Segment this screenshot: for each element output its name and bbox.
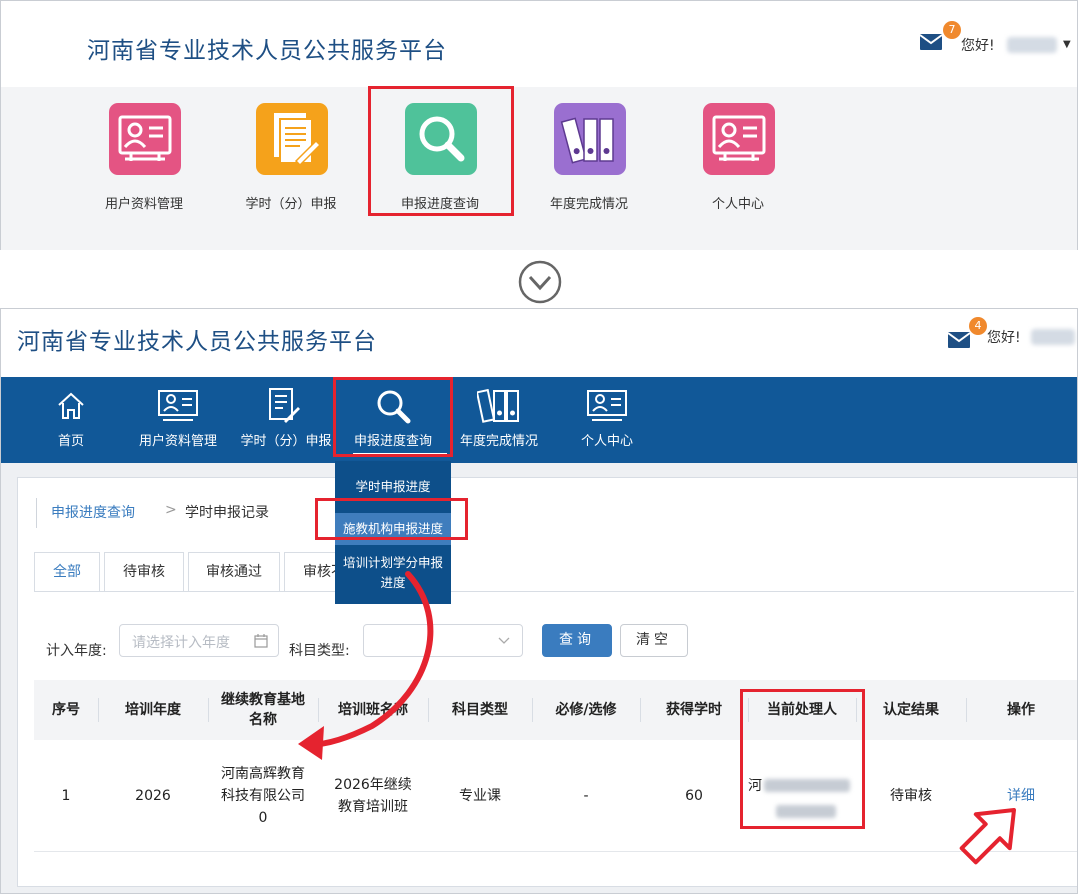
tile-hours-report[interactable]: 学时（分）申报 bbox=[236, 103, 346, 213]
highlight-box-nav bbox=[333, 377, 453, 457]
main-nav-bar: 首页 用户资料管理 学时（分）申报 申报进度查询 年度完成情况 个人中心 bbox=[1, 377, 1077, 463]
mail-count-badge: 7 bbox=[943, 21, 961, 39]
col-required: 必修/选修 bbox=[555, 702, 617, 718]
user-card-icon bbox=[158, 390, 198, 421]
top-screenshot-panel: 河南省专业技术人员公共服务平台 7 您好! ▼ 用户资料管理 学时（分）申报 申… bbox=[0, 0, 1078, 250]
mail-icon bbox=[919, 34, 943, 50]
tile-label: 学时（分）申报 bbox=[245, 197, 337, 212]
cell-class-name-line2: 教育培训班 bbox=[338, 799, 408, 815]
year-placeholder: 请选择计入年度 bbox=[132, 635, 230, 651]
caret-down-icon[interactable]: ▼ bbox=[1063, 39, 1071, 50]
bottom-header: 河南省专业技术人员公共服务平台 4 您好! bbox=[1, 309, 1077, 377]
col-base-name-line2: 名称 bbox=[249, 712, 277, 728]
chevron-down-icon bbox=[498, 637, 510, 644]
nav-annual-completion[interactable]: 年度完成情况 bbox=[457, 377, 541, 463]
feature-tiles: 用户资料管理 学时（分）申报 申报进度查询 年度完成情况 个人中心 bbox=[1, 87, 1077, 250]
detail-link[interactable]: 详细 bbox=[966, 740, 1076, 852]
cell-subject-type: 专业课 bbox=[459, 788, 501, 804]
col-year: 培训年度 bbox=[125, 702, 181, 718]
cell-class-name-line1: 2026年继续 bbox=[334, 777, 412, 793]
col-result: 认定结果 bbox=[883, 702, 939, 718]
breadcrumb: 申报进度查询 > 学时申报记录 bbox=[36, 498, 1076, 528]
cell-result: 待审核 bbox=[890, 788, 932, 804]
nav-label: 个人中心 bbox=[580, 434, 633, 449]
dropdown-item-line1: 培训计划学分申报 bbox=[342, 555, 443, 570]
cell-required: - bbox=[583, 788, 589, 804]
cell-seq: 1 bbox=[61, 788, 71, 804]
nav-hours-report[interactable]: 学时（分）申报 bbox=[238, 377, 334, 463]
cell-class-name: 2026年继续 教育培训班 bbox=[318, 740, 428, 852]
site-title: 河南省专业技术人员公共服务平台 bbox=[17, 329, 377, 355]
user-card-icon bbox=[587, 390, 627, 421]
greeting-text: 您好! bbox=[987, 330, 1021, 346]
col-base-name: 继续教育基地 名称 bbox=[208, 680, 318, 740]
cell-base-name-line3: 0 bbox=[258, 810, 268, 826]
table-header: 序号 培训年度 继续教育基地 名称 培训班名称 科目类型 必修/选修 获得学时 … bbox=[34, 680, 1077, 740]
cell-base-name: 河南高辉教育 科技有限公司 0 bbox=[208, 740, 318, 852]
greeting-text: 您好! bbox=[961, 38, 995, 54]
nav-label: 年度完成情况 bbox=[459, 434, 538, 449]
cell-year: 2026 bbox=[135, 788, 171, 804]
tile-annual-completion[interactable]: 年度完成情况 bbox=[534, 103, 644, 213]
nav-personal-center[interactable]: 个人中心 bbox=[571, 377, 643, 463]
tab-divider bbox=[34, 591, 1074, 592]
tab-pending[interactable]: 待审核 bbox=[104, 552, 184, 592]
col-seq: 序号 bbox=[52, 702, 80, 718]
bottom-screenshot-panel: 河南省专业技术人员公共服务平台 4 您好! 首页 用户资料管理 学时（分）申报 … bbox=[0, 308, 1078, 894]
user-card-icon bbox=[703, 103, 775, 175]
nav-label: 首页 bbox=[57, 434, 84, 449]
document-pen-icon bbox=[256, 103, 328, 175]
user-card-icon bbox=[109, 103, 181, 175]
blurred-username bbox=[1007, 37, 1057, 53]
breadcrumb-separator: > bbox=[165, 502, 177, 518]
content-card: 申报进度查询 > 学时申报记录 全部 待审核 审核通过 审核不 计入年度: 请选… bbox=[17, 477, 1077, 887]
col-hours: 获得学时 bbox=[666, 702, 722, 718]
year-input[interactable]: 请选择计入年度 bbox=[119, 624, 279, 657]
col-subject-type: 科目类型 bbox=[452, 702, 508, 718]
query-button[interactable]: 查询 bbox=[542, 624, 612, 657]
nav-home[interactable]: 首页 bbox=[45, 377, 97, 463]
subject-type-select[interactable] bbox=[363, 624, 523, 657]
binders-icon bbox=[554, 103, 626, 175]
chevron-down-circle-icon bbox=[518, 260, 562, 304]
site-title: 河南省专业技术人员公共服务平台 bbox=[87, 38, 447, 64]
highlight-box-handler-column bbox=[740, 689, 865, 829]
clear-button[interactable]: 清空 bbox=[620, 624, 688, 657]
binders-icon bbox=[477, 389, 519, 423]
cell-hours: 60 bbox=[685, 788, 703, 804]
cell-base-name-line1: 河南高辉教育 bbox=[221, 766, 305, 782]
home-icon bbox=[58, 392, 84, 419]
dropdown-item-plan-credit-progress[interactable]: 培训计划学分申报 进度 bbox=[335, 553, 451, 595]
document-pen-icon bbox=[269, 388, 300, 423]
col-base-name-line1: 继续教育基地 bbox=[221, 692, 305, 708]
table-row: 1 2026 河南高辉教育 科技有限公司 0 2026年继续 教育培训班 专业课… bbox=[34, 740, 1077, 852]
breadcrumb-current: 学时申报记录 bbox=[185, 505, 269, 521]
nav-label: 学时（分）申报 bbox=[240, 434, 332, 449]
tile-label: 用户资料管理 bbox=[104, 197, 183, 212]
top-header: 河南省专业技术人员公共服务平台 7 您好! ▼ bbox=[1, 1, 1077, 87]
subject-type-label: 科目类型: bbox=[289, 643, 350, 659]
tile-personal-center[interactable]: 个人中心 bbox=[683, 103, 793, 213]
col-class-name: 培训班名称 bbox=[338, 702, 408, 718]
blurred-username bbox=[1031, 329, 1075, 345]
highlight-box-dropdown-item bbox=[315, 498, 468, 540]
tile-label: 年度完成情况 bbox=[549, 197, 628, 212]
year-label: 计入年度: bbox=[46, 643, 107, 659]
nav-label: 用户资料管理 bbox=[138, 434, 217, 449]
highlight-box-tile bbox=[368, 86, 514, 216]
tile-user-profile[interactable]: 用户资料管理 bbox=[89, 103, 199, 213]
mail-count-badge: 4 bbox=[969, 317, 987, 335]
cell-base-name-line2: 科技有限公司 bbox=[221, 788, 305, 804]
breadcrumb-link[interactable]: 申报进度查询 bbox=[51, 502, 135, 522]
nav-user-profile[interactable]: 用户资料管理 bbox=[136, 377, 220, 463]
tab-all[interactable]: 全部 bbox=[34, 552, 100, 592]
tab-approved[interactable]: 审核通过 bbox=[188, 552, 280, 592]
calendar-icon bbox=[254, 634, 268, 648]
dropdown-item-line2: 进度 bbox=[380, 575, 406, 590]
mail-icon bbox=[947, 332, 971, 348]
tile-label: 个人中心 bbox=[711, 197, 764, 212]
col-action: 操作 bbox=[1007, 702, 1035, 718]
